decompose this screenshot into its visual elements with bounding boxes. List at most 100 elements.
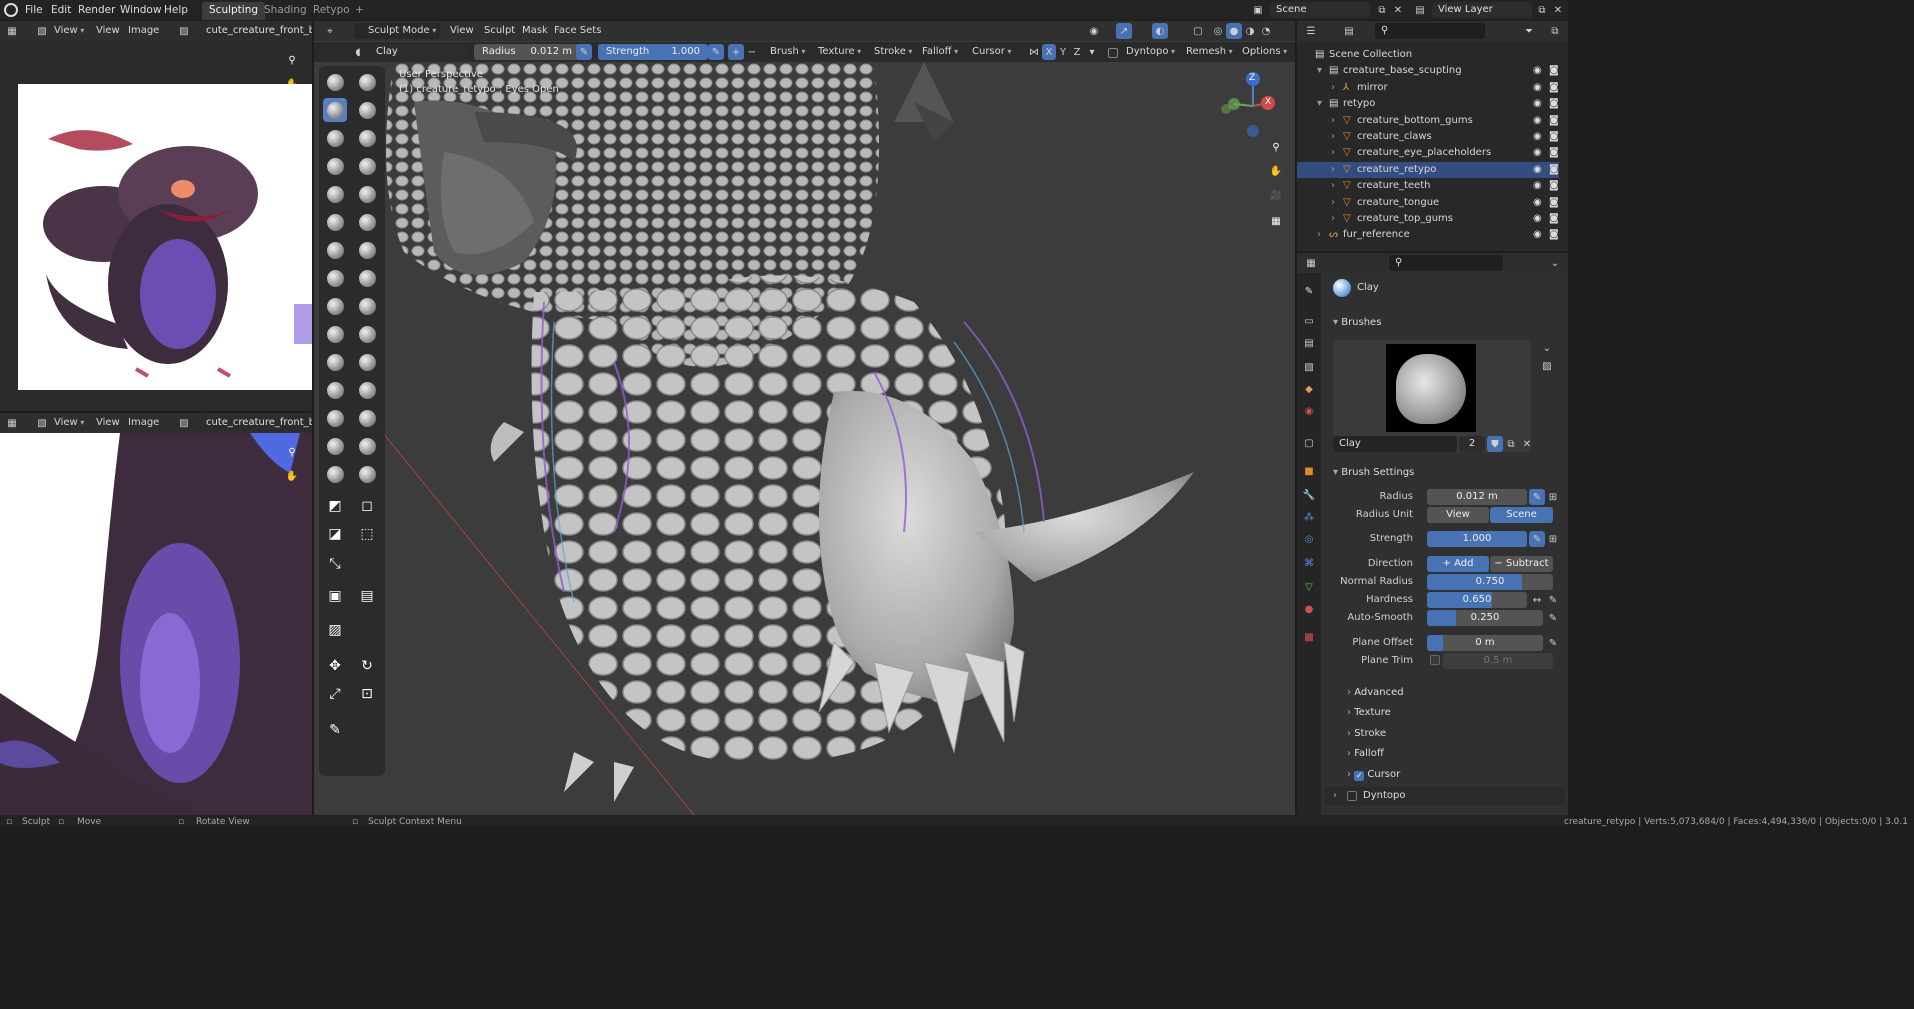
render-camera-icon[interactable]: ◙	[1549, 63, 1559, 79]
tool-thumb[interactable]	[323, 322, 347, 346]
constraints-tab-icon[interactable]: ⌘	[1301, 555, 1317, 571]
outliner-row[interactable]: › ᔕ fur_reference ◉ ◙	[1297, 227, 1559, 243]
strength-unified-icon[interactable]: ⊞	[1545, 531, 1561, 547]
dyntopo-menu[interactable]: Dyntopo	[1122, 44, 1179, 60]
render-camera-icon[interactable]: ◙	[1549, 195, 1559, 211]
tool-tab-icon[interactable]: ✎	[1301, 283, 1317, 299]
visibility-eye-icon[interactable]: ◉	[1533, 195, 1542, 211]
tool-simplify[interactable]	[355, 406, 379, 430]
menu-face-sets[interactable]: Face Sets	[550, 23, 605, 39]
new-scene-icon[interactable]: ⧉	[1374, 2, 1390, 18]
editor-type-icon[interactable]: ▦	[4, 23, 20, 39]
symmetry-options-icon[interactable]: ▾	[1084, 44, 1100, 60]
render-camera-icon[interactable]: ◙	[1549, 178, 1559, 194]
strength-slider[interactable]: 1.000	[1427, 531, 1527, 547]
fake-user-icon[interactable]: ⛊	[1487, 436, 1503, 452]
tool-layer[interactable]	[355, 126, 379, 150]
outliner-row[interactable]: › ▽ creature_claws ◉ ◙	[1297, 129, 1559, 145]
autosmooth-slider[interactable]: 0.250	[1427, 610, 1543, 626]
tool-clay[interactable]	[323, 98, 347, 122]
scene-field[interactable]: Scene	[1270, 2, 1370, 18]
tool-clay-strips[interactable]	[355, 98, 379, 122]
modifier-tab-icon[interactable]: 🔧	[1301, 487, 1317, 503]
brush-users-count[interactable]: 2	[1459, 436, 1485, 452]
unlink-brush-icon[interactable]: ✕	[1519, 436, 1535, 452]
output-tab-icon[interactable]: ▤	[1301, 335, 1317, 351]
render-camera-icon[interactable]: ◙	[1549, 113, 1559, 129]
hardness-pressure-icon[interactable]: ✎	[1545, 592, 1561, 608]
render-camera-icon[interactable]: ◙	[1549, 129, 1559, 145]
data-tab-icon[interactable]: ▽	[1301, 579, 1317, 595]
outliner-row[interactable]: ▤ Scene Collection	[1297, 47, 1559, 63]
radius-pressure-icon[interactable]: ✎	[576, 44, 592, 60]
tool-multires-displacement[interactable]	[323, 462, 347, 486]
menu-window[interactable]: Window	[117, 2, 164, 18]
plane-trim-checkbox[interactable]	[1430, 655, 1440, 665]
pan-hand-icon[interactable]: ✋	[284, 468, 300, 484]
radius-unit-view-button[interactable]: View	[1427, 507, 1489, 523]
tool-flatten[interactable]	[323, 210, 347, 234]
wireframe-shading-icon[interactable]: ◎	[1210, 23, 1226, 39]
falloff-menu[interactable]: Falloff	[918, 44, 962, 60]
render-camera-icon[interactable]: ◙	[1549, 211, 1559, 227]
outliner-row[interactable]: › ▽ creature_retypo ◉ ◙	[1297, 161, 1559, 178]
overlay-toggle-icon[interactable]: ◐	[1152, 23, 1168, 39]
radius-field[interactable]: 0.012 m	[1427, 489, 1527, 505]
render-tab-icon[interactable]: ▭	[1301, 313, 1317, 329]
tool-cloth-filter[interactable]: ▤	[355, 584, 379, 608]
tool-mask[interactable]	[323, 434, 347, 458]
pan-view-icon[interactable]: ✋	[1268, 163, 1284, 179]
autosmooth-pressure-icon[interactable]: ✎	[1545, 610, 1561, 626]
rendered-shading-icon[interactable]: ◔	[1258, 23, 1274, 39]
brush-name-field[interactable]: Clay	[1333, 436, 1457, 452]
tool-mesh-filter[interactable]: ▣	[323, 584, 347, 608]
mode-selector[interactable]: Sculpt Mode	[354, 23, 441, 39]
properties-search[interactable]: ⚲	[1389, 255, 1503, 271]
menu-mask[interactable]: Mask	[518, 23, 552, 39]
expand-arrow-icon[interactable]: ›	[1331, 195, 1335, 211]
view-menu-2[interactable]: View	[92, 415, 124, 431]
ortho-toggle-icon[interactable]: ▦	[1268, 213, 1284, 229]
menu-edit[interactable]: Edit	[48, 2, 74, 18]
viewport-3d[interactable]: ⌖ Sculpt Mode View Sculpt Mask Face Sets…	[314, 21, 1295, 815]
expand-arrow-icon[interactable]: ›	[1331, 80, 1335, 96]
image-mode-icon[interactable]: ▧	[34, 23, 50, 39]
brush-settings-panel-title[interactable]: ▾ Brush Settings	[1333, 467, 1414, 478]
render-camera-icon[interactable]: ◙	[1549, 96, 1559, 112]
cursor-menu[interactable]: Cursor	[968, 44, 1015, 60]
dyntopo-panel[interactable]: › Dyntopo	[1325, 787, 1565, 805]
add-workspace-icon[interactable]: +	[348, 2, 371, 20]
hardness-invert-icon[interactable]: ↔	[1529, 592, 1545, 608]
browse-image-icon[interactable]: ▨	[176, 23, 192, 39]
direction-add-icon[interactable]: +	[728, 44, 744, 60]
solid-shading-icon[interactable]: ●	[1226, 23, 1242, 39]
plane-offset-pressure-icon[interactable]: ✎	[1545, 635, 1561, 651]
sculpt-mesh[interactable]	[314, 62, 1295, 815]
expand-arrow-icon[interactable]: ›	[1331, 178, 1335, 194]
new-view-layer-icon[interactable]: ⧉	[1534, 2, 1550, 18]
close-view-layer-icon[interactable]: ✕	[1550, 2, 1566, 18]
brush-image-icon[interactable]: ▨	[1539, 358, 1555, 374]
tool-multiplane-scrape[interactable]	[355, 238, 379, 262]
radius-pressure-icon[interactable]: ✎	[1529, 489, 1545, 505]
blender-logo-icon[interactable]	[4, 3, 18, 17]
render-camera-icon[interactable]: ◙	[1549, 227, 1559, 243]
dyntopo-checkbox[interactable]	[1108, 48, 1118, 58]
camera-view-icon[interactable]: 🎥	[1268, 187, 1284, 203]
expand-arrow-icon[interactable]: ›	[1331, 162, 1335, 178]
outliner-row[interactable]: ▾ ▤ creature_base_scupting ◉ ◙	[1297, 63, 1559, 79]
texture-subpanel[interactable]: › Texture	[1347, 707, 1391, 718]
tool-crease[interactable]	[323, 182, 347, 206]
tool-rotate[interactable]	[355, 350, 379, 374]
cursor-subpanel[interactable]: › ✓ Cursor	[1347, 769, 1400, 781]
menu-file[interactable]: File	[22, 2, 46, 18]
tool-smooth[interactable]	[355, 182, 379, 206]
advanced-subpanel[interactable]: › Advanced	[1347, 687, 1404, 698]
image-menu[interactable]: Image	[124, 23, 163, 39]
falloff-subpanel[interactable]: › Falloff	[1347, 748, 1384, 759]
image-mode-icon[interactable]: ▧	[34, 415, 50, 431]
tool-elastic-deform[interactable]	[323, 294, 347, 318]
view-layer-icon[interactable]: ▤	[1412, 2, 1428, 18]
direction-add-button[interactable]: + Add	[1427, 556, 1489, 572]
mirror-y-toggle[interactable]: Y	[1056, 44, 1070, 60]
